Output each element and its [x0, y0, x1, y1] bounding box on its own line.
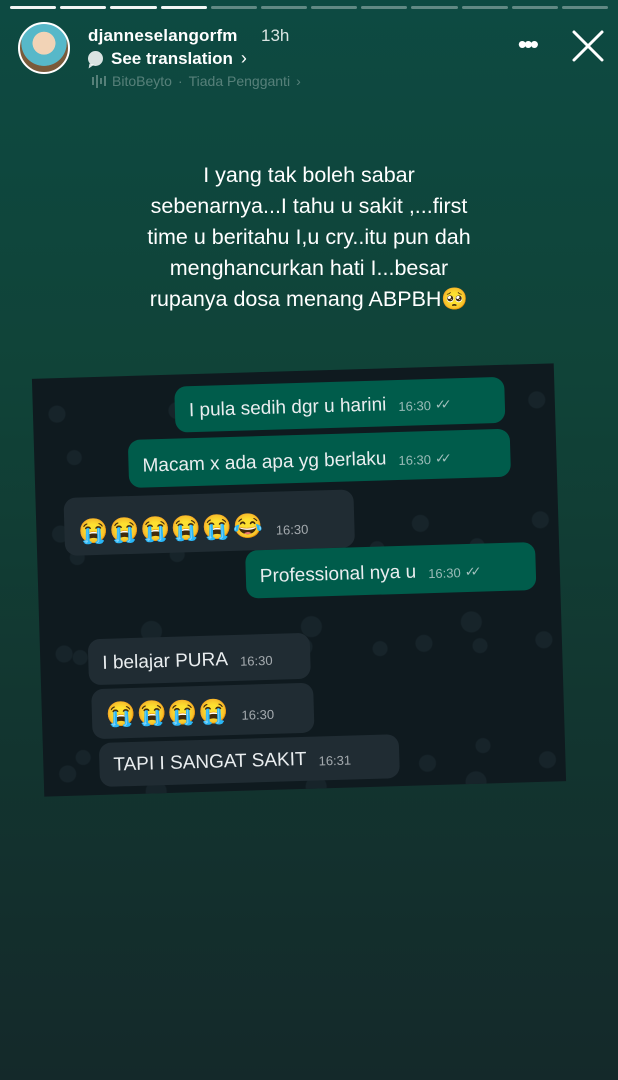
message-text: I belajar PURA — [102, 649, 229, 674]
progress-segment — [260, 6, 308, 9]
progress-segment — [311, 6, 358, 9]
message-meta: 16:30 ✓✓ — [398, 396, 451, 416]
story-header: djanneselangorfm 13h See translation › •… — [18, 22, 606, 78]
progress-segment — [561, 6, 609, 9]
sound-bars-icon — [92, 74, 106, 88]
message-text: TAPI I SANGAT SAKIT — [113, 748, 307, 776]
message-time: 16:30 — [275, 521, 309, 538]
see-translation-label: See translation — [111, 48, 233, 68]
message-meta: 16:30 ✓✓ — [428, 564, 481, 584]
message-text: 😭😭😭😭😭😂 — [78, 513, 265, 546]
progress-segment — [461, 6, 508, 9]
progress-segment — [60, 6, 107, 9]
message-bubble-incoming: 😭😭😭😭 16:30 — [91, 682, 315, 740]
message-bubble-incoming: TAPI I SANGAT SAKIT 16:31 — [98, 734, 400, 787]
caption-line: sebenarnya...I tahu u sakit ,...first — [150, 194, 468, 218]
message-time: 16:30 — [241, 706, 275, 723]
progress-segment — [361, 6, 408, 9]
username[interactable]: djanneselangorfm — [88, 26, 238, 46]
music-artist: BitoBeyto — [112, 73, 172, 89]
message-time: 16:30 — [398, 451, 432, 468]
see-translation-link[interactable]: See translation › — [88, 48, 247, 69]
double-check-icon: ✓✓ — [434, 396, 447, 412]
message-text: 😭😭😭😭 — [105, 698, 230, 729]
message-bubble-outgoing: I pula sedih dgr u harini 16:30 ✓✓ — [174, 376, 506, 433]
more-icon[interactable]: ••• — [518, 31, 539, 57]
chat-screenshot: I pula sedih dgr u harini 16:30 ✓✓ Macam … — [31, 363, 567, 797]
close-icon[interactable] — [570, 28, 606, 64]
post-time: 13h — [261, 26, 290, 45]
message-text: Macam x ada apa yg berlaku — [142, 448, 387, 477]
caption-line: menghancurkan hati I...besar — [169, 256, 449, 280]
music-separator: · — [177, 73, 183, 89]
message-text: I pula sedih dgr u harini — [188, 394, 387, 422]
caption-line: time u beritahu I,u cry..itu pun dah — [147, 225, 471, 249]
story-progress-bar — [10, 6, 609, 9]
message-time: 16:30 — [239, 652, 273, 669]
chevron-right-icon: › — [240, 48, 247, 68]
avatar[interactable] — [18, 22, 70, 74]
chevron-right-icon: › — [296, 73, 301, 89]
message-time: 16:30 — [427, 564, 461, 581]
progress-segment — [10, 6, 57, 9]
message-bubble-outgoing: Macam x ada apa yg berlaku 16:30 ✓✓ — [127, 428, 512, 488]
story-caption: I yang tak boleh sabar sebenarnya...I ta… — [0, 160, 618, 315]
music-song: Tiada Pengganti — [188, 73, 291, 89]
progress-segment — [160, 6, 207, 9]
progress-segment — [110, 6, 157, 9]
message-bubble-outgoing: Professional nya u 16:30 ✓✓ — [245, 541, 537, 599]
progress-segment — [210, 6, 257, 9]
message-text: Professional nya u — [259, 561, 417, 588]
speech-bubble-icon — [88, 51, 103, 66]
caption-line: rupanya dosa menang ABPBH🥺 — [149, 287, 469, 311]
message-time: 16:30 — [398, 397, 432, 414]
message-time: 16:31 — [318, 752, 352, 769]
music-attribution[interactable]: BitoBeyto · Tiada Pengganti › — [92, 73, 301, 89]
progress-segment — [511, 6, 558, 9]
double-check-icon: ✓✓ — [434, 450, 447, 466]
caption-line: I yang tak boleh sabar — [203, 163, 415, 187]
message-meta: 16:30 ✓✓ — [398, 450, 451, 470]
message-bubble-incoming: 😭😭😭😭😭😂 16:30 — [63, 489, 356, 556]
message-bubble-incoming: I belajar PURA 16:30 — [87, 632, 311, 686]
progress-segment — [411, 6, 458, 9]
double-check-icon: ✓✓ — [464, 563, 477, 580]
